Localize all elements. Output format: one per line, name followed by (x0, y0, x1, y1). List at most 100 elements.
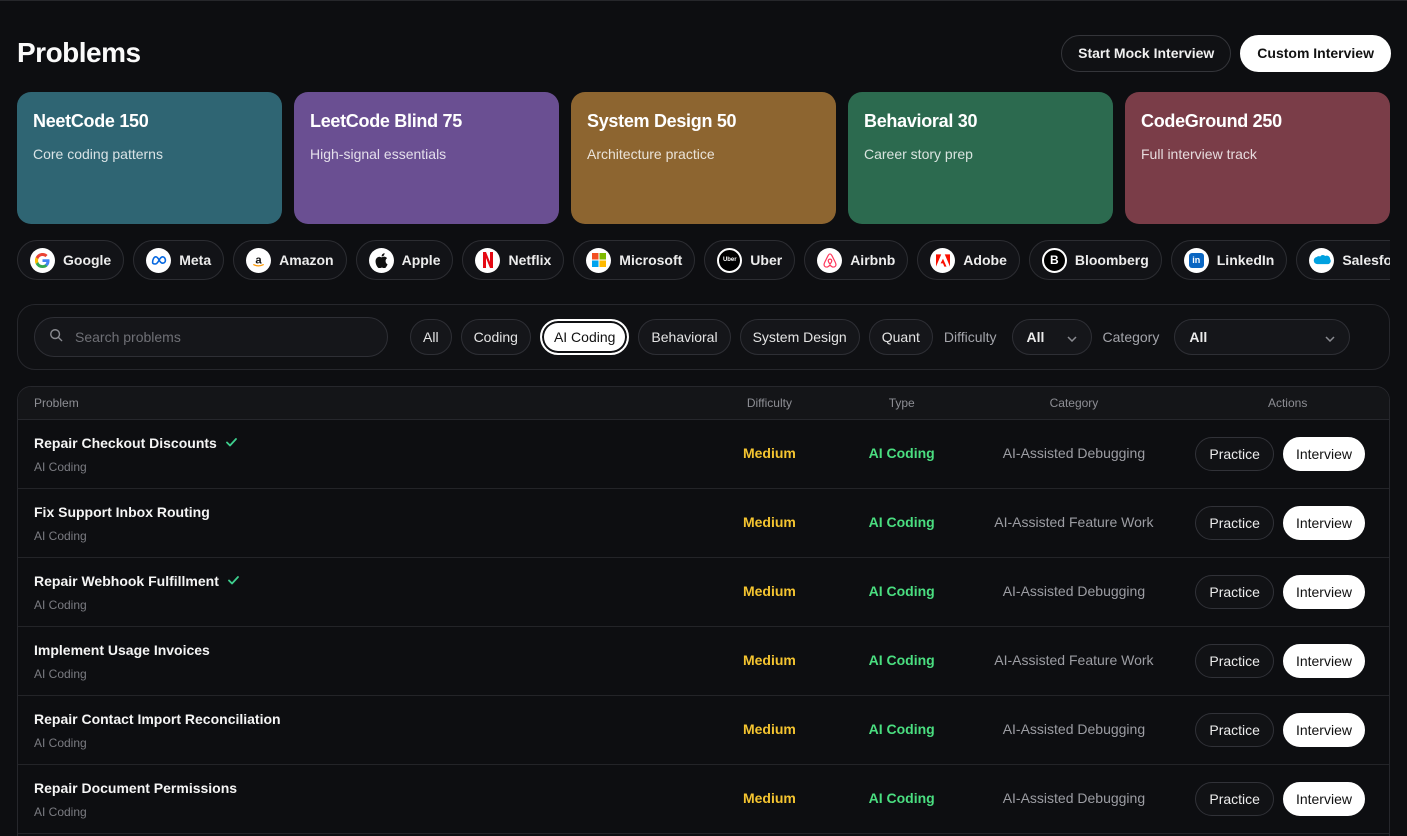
company-chip-amazon[interactable]: a Amazon (233, 240, 347, 280)
category-cell: AI-Assisted Feature Work (962, 652, 1187, 670)
difficulty-select-value: All (1026, 329, 1045, 345)
custom-interview-button[interactable]: Custom Interview (1240, 34, 1391, 72)
problem-title[interactable]: Fix Support Inbox Routing (34, 504, 210, 520)
problem-title[interactable]: Repair Checkout Discounts (34, 435, 217, 451)
check-icon (225, 435, 237, 450)
company-chip-apple[interactable]: Apple (355, 240, 454, 280)
interview-button[interactable]: Interview (1282, 575, 1365, 609)
type-badge: AI Coding (868, 445, 935, 461)
company-chip-netflix[interactable]: Netflix (462, 240, 565, 280)
category-select[interactable]: All (1174, 319, 1351, 355)
uber-logo-icon: Uber (717, 247, 743, 273)
company-name: Bloomberg (1074, 252, 1149, 268)
difficulty-badge: Medium (742, 445, 796, 461)
problem-subtitle: AI Coding (34, 459, 87, 474)
practice-button[interactable]: Practice (1195, 713, 1274, 747)
column-header-type[interactable]: Type (842, 396, 962, 410)
practice-button[interactable]: Practice (1195, 575, 1274, 609)
difficulty-select[interactable]: All (1011, 319, 1092, 355)
apple-logo-icon (368, 247, 394, 273)
search-icon (49, 328, 63, 347)
company-name: Meta (179, 252, 212, 268)
column-header-problem[interactable]: Problem (18, 396, 697, 410)
company-chip-airbnb[interactable]: Airbnb (804, 240, 909, 280)
salesforce-logo-icon (1309, 247, 1335, 273)
type-filter-quant[interactable]: Quant (868, 319, 933, 355)
start-mock-interview-button[interactable]: Start Mock Interview (1061, 34, 1232, 72)
interview-button[interactable]: Interview (1282, 713, 1365, 747)
track-card[interactable]: Behavioral 30 Career story prep (848, 92, 1113, 224)
table-row[interactable]: Repair Webhook Fulfillment AI Coding Mediu… (18, 558, 1389, 627)
track-card[interactable]: CodeGround 250 Full interview track (1125, 92, 1390, 224)
type-badge: AI Coding (868, 790, 935, 806)
problem-title[interactable]: Repair Contact Import Reconciliation (34, 711, 281, 727)
track-card-subtitle: Core coding patterns (33, 146, 163, 162)
table-row[interactable]: Implement Usage Invoices AI Coding Medium A… (18, 627, 1389, 696)
track-card[interactable]: System Design 50 Architecture practice (571, 92, 836, 224)
company-chip-salesforce[interactable]: Salesforce (1296, 240, 1390, 280)
uber-logo-text: Uber (722, 257, 737, 263)
problem-title[interactable]: Implement Usage Invoices (34, 642, 210, 658)
table-row[interactable]: Fix Support Inbox Routing AI Coding Medium… (18, 489, 1389, 558)
header-actions: Start Mock Interview Custom Interview (1061, 34, 1391, 72)
interview-button[interactable]: Interview (1282, 782, 1365, 816)
company-name: Adobe (963, 252, 1007, 268)
table-row[interactable]: Repair Checkout Discounts AI Coding Medium… (18, 420, 1389, 489)
type-cell: AI Coding (842, 721, 962, 739)
practice-button[interactable]: Practice (1195, 506, 1274, 540)
company-name: Google (63, 252, 112, 268)
type-cell: AI Coding (842, 583, 962, 601)
chevron-down-icon (1325, 329, 1335, 345)
track-card[interactable]: LeetCode Blind 75 High-signal essentials (294, 92, 559, 224)
table-row[interactable]: Repair Document Permissions AI Coding Medi… (18, 765, 1389, 834)
problem-subtitle: AI Coding (34, 666, 87, 681)
company-chip-uber[interactable]: Uber Uber (704, 240, 796, 280)
company-name: Amazon (279, 252, 334, 268)
column-header-category[interactable]: Category (962, 396, 1187, 410)
type-badge: AI Coding (868, 721, 935, 737)
category-text: AI-Assisted Debugging (1002, 721, 1146, 737)
interview-button[interactable]: Interview (1282, 644, 1365, 678)
svg-text:a: a (256, 254, 263, 266)
problem-subtitle: AI Coding (34, 597, 87, 612)
interview-button[interactable]: Interview (1282, 506, 1365, 540)
company-chip-linkedin[interactable]: in LinkedIn (1170, 240, 1288, 280)
type-filter-behavioral[interactable]: Behavioral (638, 319, 731, 355)
type-filter-coding[interactable]: Coding (460, 319, 531, 355)
interview-button[interactable]: Interview (1282, 437, 1365, 471)
practice-button[interactable]: Practice (1195, 782, 1274, 816)
category-text: AI-Assisted Debugging (1002, 445, 1146, 461)
problem-subtitle: AI Coding (34, 804, 87, 819)
table-row[interactable]: Repair Contact Import Reconciliation AI C… (18, 696, 1389, 765)
practice-button[interactable]: Practice (1195, 644, 1274, 678)
company-chip-meta[interactable]: Meta (133, 240, 225, 280)
table-body: Repair Checkout Discounts AI Coding Medium… (18, 420, 1389, 834)
microsoft-logo-icon (586, 247, 612, 273)
difficulty-badge: Medium (742, 652, 796, 668)
problem-cell: Repair Contact Import Reconciliation AI C… (18, 711, 697, 750)
actions-cell: Practice Interview (1186, 506, 1389, 540)
search-input[interactable] (75, 329, 365, 345)
company-chip-bloomberg[interactable]: B Bloomberg (1028, 240, 1162, 280)
company-chip-adobe[interactable]: Adobe (917, 240, 1020, 280)
problem-title[interactable]: Repair Document Permissions (34, 780, 237, 796)
company-name: Airbnb (850, 252, 896, 268)
track-card[interactable]: NeetCode 150 Core coding patterns (17, 92, 282, 224)
track-card-subtitle: Career story prep (864, 146, 973, 162)
problem-title[interactable]: Repair Webhook Fulfillment (34, 573, 219, 589)
practice-button[interactable]: Practice (1195, 437, 1274, 471)
track-card-subtitle: Architecture practice (587, 146, 715, 162)
difficulty-cell: Medium (697, 790, 842, 808)
column-header-difficulty[interactable]: Difficulty (697, 396, 842, 410)
track-card-title: Behavioral 30 (864, 111, 978, 131)
category-text: AI-Assisted Debugging (1002, 790, 1146, 806)
type-filter-all[interactable]: All (410, 319, 452, 355)
search-box[interactable] (34, 317, 388, 357)
type-filter-system-design[interactable]: System Design (739, 319, 860, 355)
bloomberg-logo-text: B (1050, 253, 1059, 267)
type-filter-ai-coding[interactable]: AI Coding (539, 319, 630, 355)
company-chip-google[interactable]: Google (17, 240, 125, 280)
company-chip-microsoft[interactable]: Microsoft (573, 240, 696, 280)
actions-cell: Practice Interview (1186, 713, 1389, 747)
difficulty-label: Difficulty (943, 329, 997, 345)
